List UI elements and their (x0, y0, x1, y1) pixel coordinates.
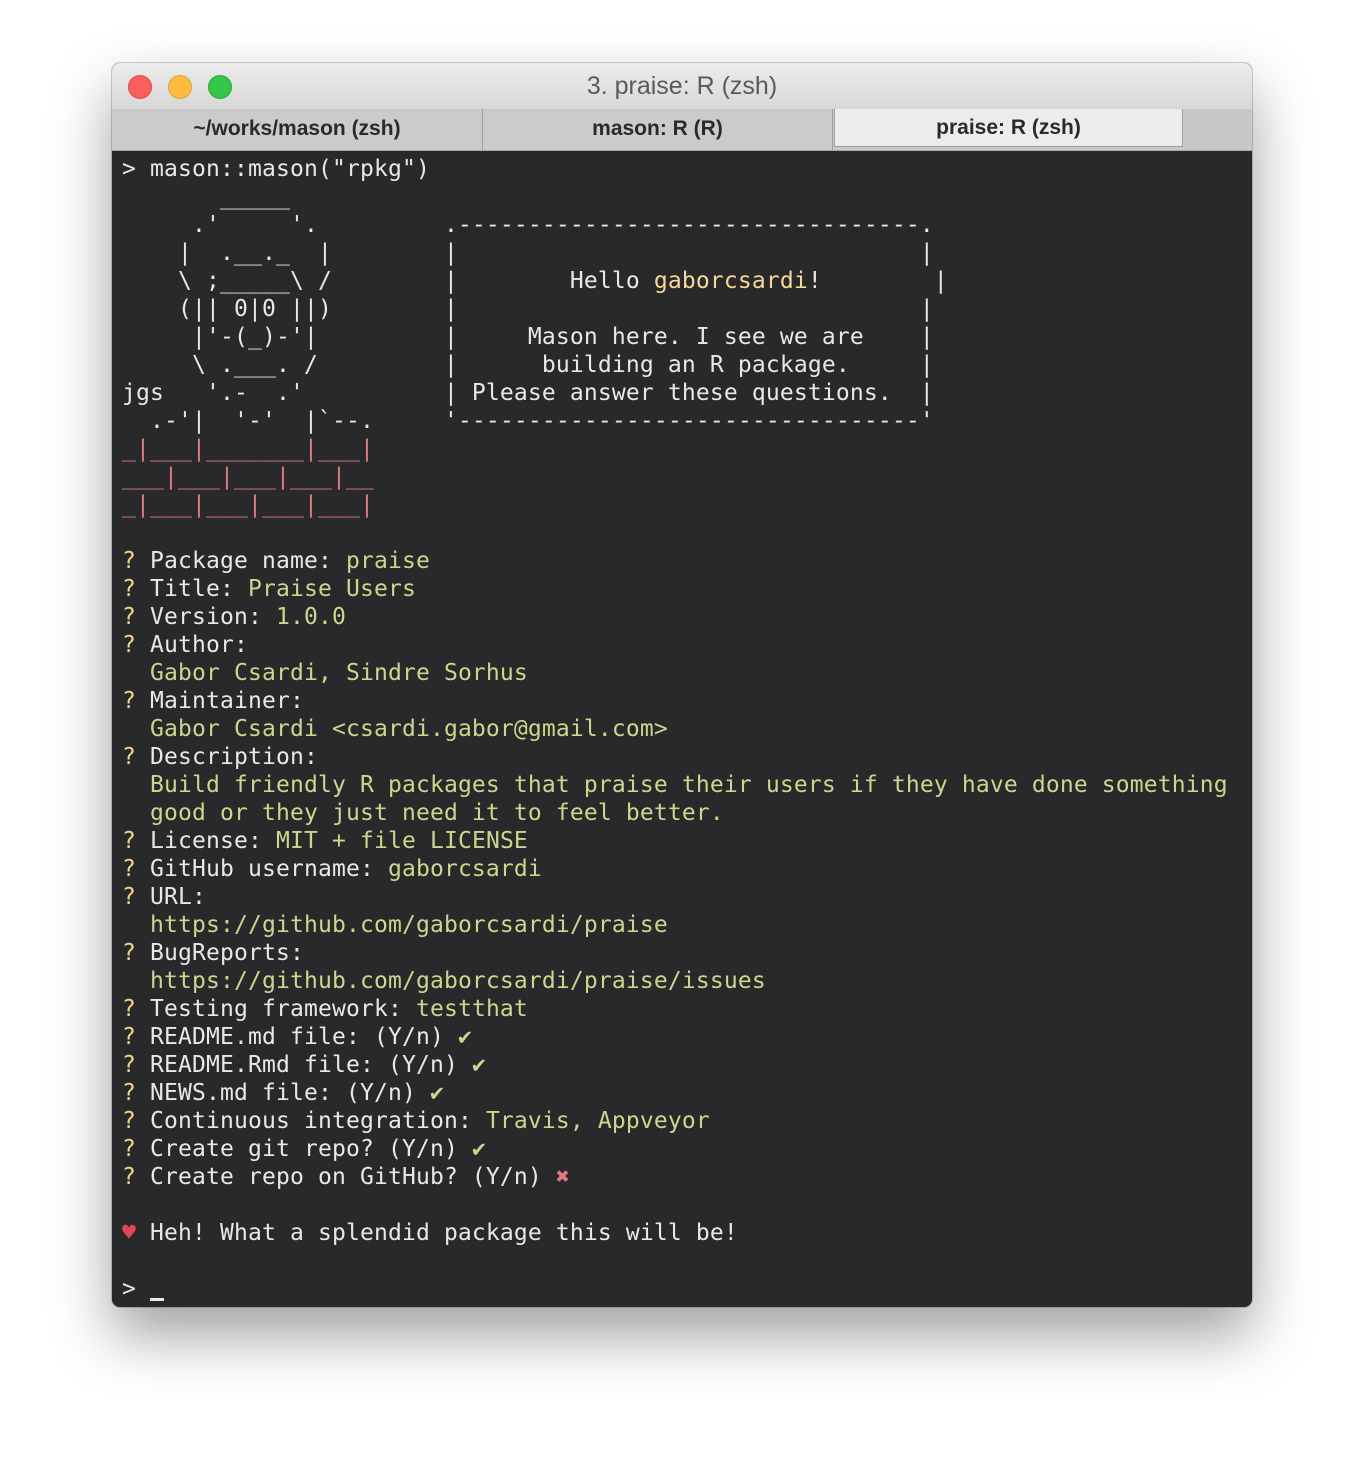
mason-ascii-line: .' '. (122, 212, 444, 238)
mason-ascii-line: |'-(_)-'| (122, 324, 444, 350)
question-marker: ? (122, 576, 150, 602)
answer-value: https://github.com/gaborcsardi/praise/is… (150, 968, 766, 994)
answer-value: Gabor Csardi, Sindre Sorhus (150, 660, 528, 686)
answer-value: MIT + file LICENSE (275, 828, 528, 854)
question-marker: ? (122, 884, 150, 910)
question-marker: ? (122, 1024, 150, 1050)
mason-ascii-line: _____ (122, 184, 444, 210)
answer-value: gaborcsardi (387, 856, 542, 882)
terminal-pane[interactable]: > mason::mason("rpkg") _____ .' '. .----… (112, 151, 1252, 1307)
question-marker: ? (122, 996, 150, 1022)
tab-mason-r[interactable]: mason: R (R) (483, 109, 833, 150)
brick-wall-line: _|___|_______|___| (122, 436, 374, 462)
question-marker: ? (122, 548, 150, 574)
tab-bar: ~/works/mason (zsh) mason: R (R) praise:… (112, 109, 1252, 151)
final-message: Heh! What a splendid package this will b… (136, 1220, 738, 1246)
question-label: Author: (150, 632, 248, 658)
question-label: Continuous integration: (150, 1108, 486, 1134)
question-label: Version: (150, 604, 276, 630)
tab-works-mason[interactable]: ~/works/mason (zsh) (112, 109, 483, 150)
tab-praise-r[interactable]: praise: R (zsh) (834, 109, 1183, 147)
question-label: NEWS.md file: (Y/n) (150, 1080, 430, 1106)
mason-ascii-line: (|| 0|0 ||) (122, 296, 444, 322)
terminal-output: > mason::mason("rpkg") _____ .' '. .----… (122, 155, 1228, 1303)
question-marker: ? (122, 1136, 150, 1162)
answer-value: Build friendly R packages that praise th… (150, 772, 1228, 798)
question-label: Title: (150, 576, 248, 602)
question-label: Create repo on GitHub? (Y/n) (150, 1164, 556, 1190)
question-label: README.Rmd file: (Y/n) (150, 1052, 472, 1078)
question-marker: ? (122, 604, 150, 630)
answer-value: Gabor Csardi <csardi.gabor@gmail.com> (150, 716, 668, 742)
brick-wall-line: ___|___|___|___|__ (122, 464, 374, 490)
mason-ascii-line: .-'| '-' |`--. (122, 408, 444, 434)
mason-ascii-line: \ .___. / (122, 352, 444, 378)
question-label: Description: (150, 744, 318, 770)
answer-value: testthat (415, 996, 528, 1022)
brick-wall-line: _|___|___|___|___| (122, 492, 374, 518)
mason-ascii-line: \ ;_____\ / (122, 268, 444, 294)
question-label: BugReports: (150, 940, 304, 966)
speech-box-line: | | (443, 296, 934, 322)
question-label: Testing framework: (150, 996, 416, 1022)
question-marker: ? (122, 688, 150, 714)
cross-icon: ✖ (555, 1164, 570, 1190)
answer-value: good or they just need it to feel better… (150, 800, 724, 826)
question-label: License: (150, 828, 276, 854)
question-label: Create git repo? (Y/n) (150, 1136, 472, 1162)
question-marker: ? (122, 828, 150, 854)
mason-ascii-line: | .__._ | (122, 240, 444, 266)
check-icon: ✔ (471, 1136, 486, 1162)
answer-value: praise (345, 548, 430, 574)
answer-value: 1.0.0 (275, 604, 346, 630)
question-marker: ? (122, 940, 150, 966)
question-label: URL: (150, 884, 206, 910)
question-marker: ? (122, 1052, 150, 1078)
greeting-username: gaborcsardi (653, 268, 808, 294)
heart-icon: ♥ (122, 1220, 136, 1246)
question-label: Package name: (150, 548, 346, 574)
prompt: > (122, 1276, 150, 1302)
terminal-window: 3. praise: R (zsh) ~/works/mason (zsh) m… (112, 63, 1252, 1307)
check-icon: ✔ (471, 1052, 486, 1078)
title-bar[interactable]: 3. praise: R (zsh) (112, 63, 1252, 109)
question-label: Maintainer: (150, 688, 304, 714)
speech-box-line: .---------------------------------. (443, 212, 934, 238)
question-marker: ? (122, 1108, 150, 1134)
question-label: README.md file: (Y/n) (150, 1024, 458, 1050)
speech-box-line: | Mason here. I see we are | (443, 324, 934, 350)
answer-value: Travis, Appveyor (485, 1108, 710, 1134)
question-label: GitHub username: (150, 856, 388, 882)
speech-box-line: | Please answer these questions. | (443, 380, 934, 406)
question-marker: ? (122, 1080, 150, 1106)
mason-ascii-line: jgs '.- .' (122, 380, 444, 406)
check-icon: ✔ (457, 1024, 472, 1050)
question-marker: ? (122, 1164, 150, 1190)
question-marker: ? (122, 744, 150, 770)
answer-value: Praise Users (247, 576, 416, 602)
command-line: > mason::mason("rpkg") (122, 156, 430, 182)
check-icon: ✔ (429, 1080, 444, 1106)
window-title: 3. praise: R (zsh) (586, 72, 778, 100)
answer-value: https://github.com/gaborcsardi/praise (150, 912, 668, 938)
speech-box-line: | building an R package. | (443, 352, 934, 378)
question-marker: ? (122, 632, 150, 658)
question-marker: ? (122, 856, 150, 882)
speech-box-line: '---------------------------------' (443, 408, 934, 434)
greeting-suffix: ! | (807, 268, 948, 294)
speech-box-line: | | (443, 240, 934, 266)
text-cursor (150, 1298, 164, 1301)
greeting-prefix: | Hello (443, 268, 654, 294)
